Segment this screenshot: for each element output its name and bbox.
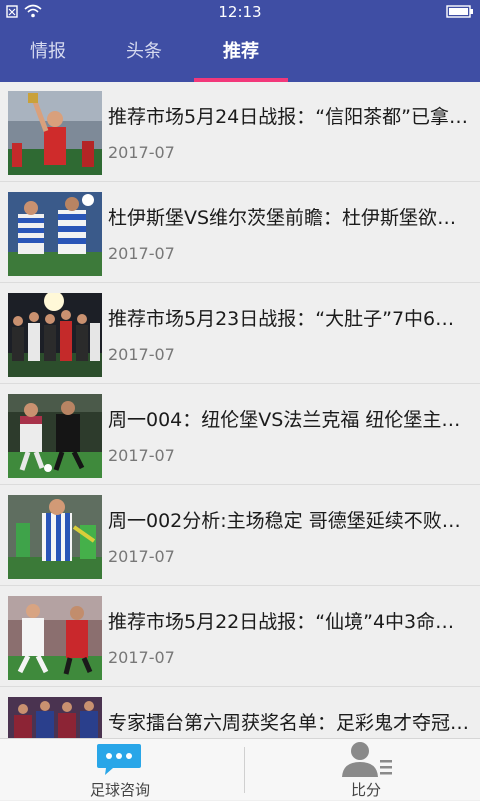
tab-recommended[interactable]: 推荐	[194, 24, 288, 82]
article-thumbnail	[8, 697, 102, 738]
article-date: 2017-07	[108, 244, 175, 263]
battery-icon	[446, 5, 473, 18]
top-tab-bar: 情报 头条 推荐	[0, 24, 480, 82]
nav-football-news[interactable]: 足球咨询	[0, 739, 240, 801]
article-thumbnail	[8, 293, 102, 377]
nav-label: 比分	[350, 781, 381, 799]
article-thumbnail	[8, 495, 102, 579]
article-thumbnail	[8, 91, 102, 175]
list-item[interactable]: 周一004：纽伦堡VS法兰克福 纽伦堡主场… 2017-07	[0, 385, 480, 485]
tab-intel[interactable]: 情报	[0, 24, 96, 82]
article-thumbnail	[8, 394, 102, 478]
article-date: 2017-07	[108, 547, 175, 566]
bottom-navigation: 足球咨询 比分	[0, 738, 480, 800]
nav-label: 足球咨询	[89, 781, 150, 799]
article-title[interactable]: 杜伊斯堡VS维尔茨堡前瞻：杜伊斯堡欲复仇	[108, 203, 473, 230]
nav-scores[interactable]: 比分	[246, 739, 480, 801]
article-title[interactable]: 周一004：纽伦堡VS法兰克福 纽伦堡主场…	[108, 405, 473, 432]
list-item[interactable]: 专家擂台第六周获奖名单：足彩鬼才夺冠…	[0, 688, 480, 738]
article-title[interactable]: 推荐市场5月22日战报：“仙境”4中3命中…	[108, 607, 473, 634]
article-thumbnail	[8, 596, 102, 680]
article-title[interactable]: 推荐市场5月23日战报：“大肚子”7中6命中…	[108, 304, 473, 331]
list-item[interactable]: 推荐市场5月24日战报：“信阳茶都”已拿下… 2017-07	[0, 82, 480, 182]
article-date: 2017-07	[108, 648, 175, 667]
clock: 12:13	[218, 3, 262, 21]
article-date: 2017-07	[108, 143, 175, 162]
status-bar: 12:13	[0, 0, 480, 24]
list-item[interactable]: 杜伊斯堡VS维尔茨堡前瞻：杜伊斯堡欲复仇 2017-07	[0, 183, 480, 283]
article-title[interactable]: 推荐市场5月24日战报：“信阳茶都”已拿下…	[108, 102, 473, 129]
article-date: 2017-07	[108, 345, 175, 364]
article-title[interactable]: 周一002分析:主场稳定 哥德堡延续不败…	[108, 506, 473, 533]
list-item[interactable]: 推荐市场5月22日战报：“仙境”4中3命中… 2017-07	[0, 587, 480, 687]
user-list-icon	[342, 742, 392, 777]
article-thumbnail	[8, 192, 102, 276]
article-date: 2017-07	[108, 446, 175, 465]
tab-headlines[interactable]: 头条	[96, 24, 192, 82]
article-title[interactable]: 专家擂台第六周获奖名单：足彩鬼才夺冠…	[108, 708, 473, 735]
chat-bubble-icon	[97, 744, 141, 775]
nav-divider	[244, 747, 245, 793]
list-item[interactable]: 周一002分析:主场稳定 哥德堡延续不败… 2017-07	[0, 486, 480, 586]
article-list[interactable]: 推荐市场5月24日战报：“信阳茶都”已拿下… 2017-07 杜伊斯堡VS维尔茨…	[0, 82, 480, 738]
list-item[interactable]: 推荐市场5月23日战报：“大肚子”7中6命中… 2017-07	[0, 284, 480, 384]
